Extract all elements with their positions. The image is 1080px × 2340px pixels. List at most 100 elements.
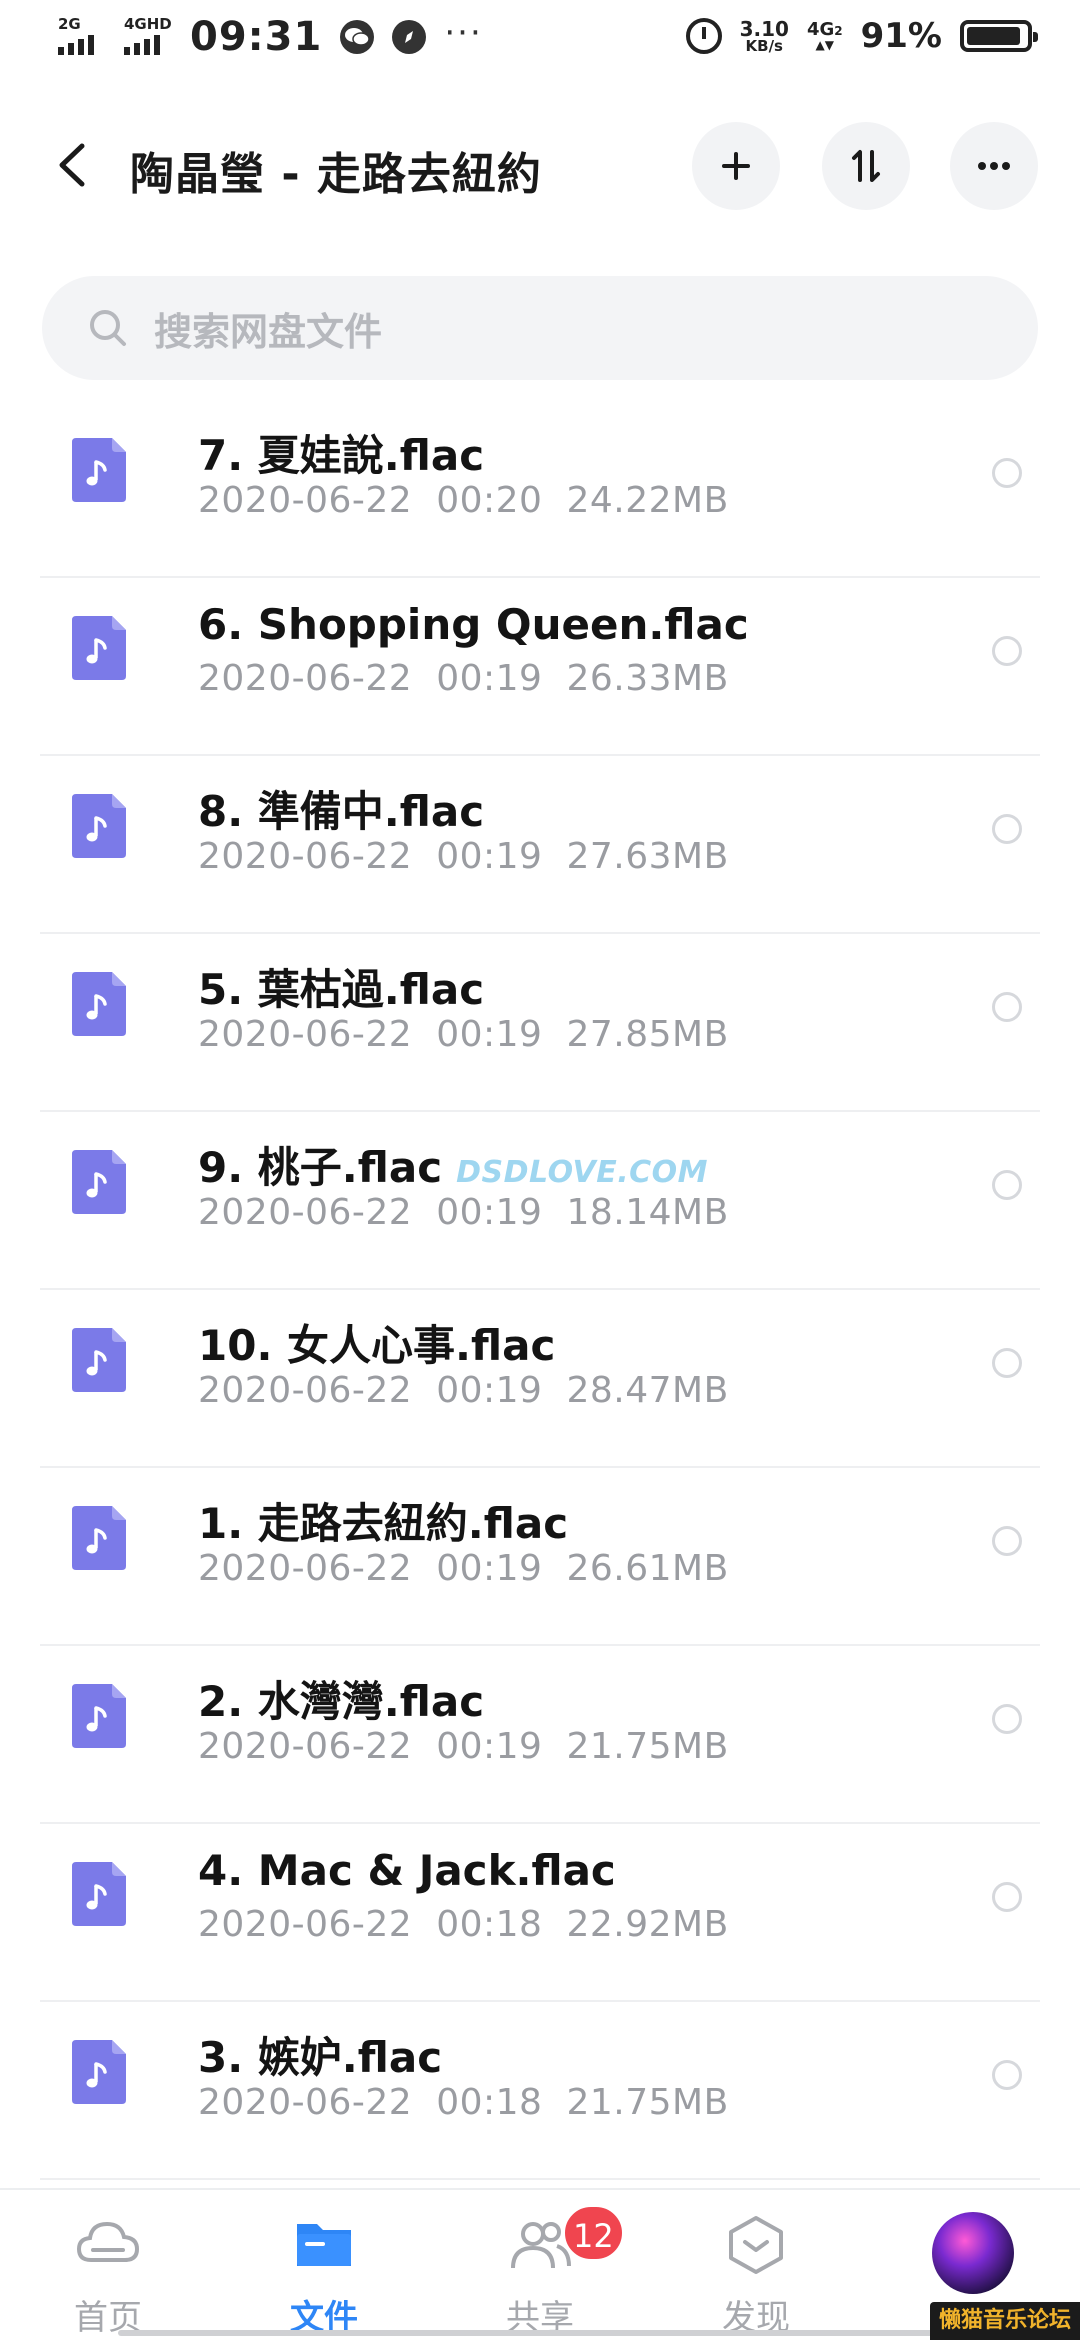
file-select-checkbox[interactable]: [992, 814, 1022, 844]
file-select-checkbox[interactable]: [992, 458, 1022, 488]
add-button[interactable]: [692, 122, 780, 210]
music-file-icon: [72, 1150, 126, 1214]
file-meta: 2020-06-22 00:19 18.14MB: [198, 1192, 729, 1233]
file-row[interactable]: 1. 走路去紐約.flac 2020-06-22 00:19 26.61MB: [0, 1468, 1080, 1646]
file-row[interactable]: 8. 準備中.flac 2020-06-22 00:19 27.63MB: [0, 756, 1080, 934]
top-app-bar: 陶晶瑩 - 走路去紐約: [0, 110, 1080, 222]
more-icon: [978, 162, 1010, 170]
file-select-checkbox[interactable]: [992, 992, 1022, 1022]
file-row[interactable]: 5. 葉枯過.flac 2020-06-22 00:19 27.85MB: [0, 934, 1080, 1112]
music-file-icon: [72, 1328, 126, 1392]
alarm-icon: [685, 18, 722, 54]
search-placeholder: 搜索网盘文件: [154, 309, 383, 354]
file-meta: 2020-06-22 00:18 22.92MB: [198, 1904, 729, 1945]
file-select-checkbox[interactable]: [992, 2060, 1022, 2090]
sim1-label: 2G: [58, 15, 81, 33]
watermark-text: DSDLOVE.COM: [456, 1155, 709, 1190]
file-name: 5. 葉枯過.flac: [198, 965, 485, 1014]
file-time: 00:19: [436, 1548, 543, 1589]
file-date: 2020-06-22: [198, 1904, 413, 1945]
file-row[interactable]: 2. 水灣灣.flac 2020-06-22 00:19 21.75MB: [0, 1646, 1080, 1824]
sort-button[interactable]: [822, 122, 910, 210]
file-date: 2020-06-22: [198, 1726, 413, 1767]
discover-icon: [729, 2216, 783, 2274]
music-file-icon: [72, 1506, 126, 1570]
file-name-line: 9. 桃子.flac DSDLOVE.COM: [198, 1134, 708, 1195]
file-list: 7. 夏娃說.flac 2020-06-22 00:20 24.22MB 6. Shop…: [0, 400, 1080, 2180]
file-name-line: 2. 水灣灣.flac: [198, 1668, 484, 1729]
file-meta: 2020-06-22 00:19 27.63MB: [198, 836, 729, 877]
file-name: 3. 嫉妒.flac: [198, 2033, 443, 2082]
battery-percent: 91%: [860, 16, 942, 56]
music-file-icon: [72, 616, 126, 680]
file-meta: 2020-06-22 00:19 26.61MB: [198, 1548, 729, 1589]
file-name: 6. Shopping Queen.flac: [198, 600, 749, 649]
network-speed-unit: KB/s: [745, 36, 783, 55]
file-time: 00:18: [436, 2082, 543, 2123]
more-button[interactable]: [950, 122, 1038, 210]
file-row[interactable]: 3. 嫉妒.flac 2020-06-22 00:18 21.75MB: [0, 2002, 1080, 2180]
network-type-sub: 2: [834, 24, 843, 38]
network-type: 4G: [806, 19, 835, 40]
search-icon: [90, 310, 126, 346]
file-row[interactable]: 7. 夏娃說.flac 2020-06-22 00:20 24.22MB: [0, 400, 1080, 578]
file-time: 00:19: [436, 658, 543, 699]
file-row[interactable]: 6. Shopping Queen.flac 2020-06-22 00:19 26.…: [0, 578, 1080, 756]
file-select-checkbox[interactable]: [992, 1704, 1022, 1734]
back-icon: [59, 143, 85, 187]
nav-discover[interactable]: 发现: [686, 2214, 826, 2340]
battery-icon: [960, 20, 1038, 52]
file-size: 21.75MB: [566, 2082, 729, 2123]
network-type-icon: 4G2 ▲▼: [806, 19, 843, 52]
file-meta: 2020-06-22 00:19 28.47MB: [198, 1370, 729, 1411]
file-size: 28.47MB: [566, 1370, 729, 1411]
more-notifications-icon: ···: [444, 13, 483, 53]
music-file-icon: [72, 794, 126, 858]
file-select-checkbox[interactable]: [992, 1882, 1022, 1912]
music-file-icon: [72, 438, 126, 502]
file-size: 26.61MB: [566, 1548, 729, 1589]
file-meta: 2020-06-22 00:18 21.75MB: [198, 2082, 729, 2123]
file-select-checkbox[interactable]: [992, 1170, 1022, 1200]
file-date: 2020-06-22: [198, 1548, 413, 1589]
file-row[interactable]: 9. 桃子.flac DSDLOVE.COM 2020-06-22 00:19 18.1…: [0, 1112, 1080, 1290]
file-date: 2020-06-22: [198, 1014, 413, 1055]
compass-icon: [392, 20, 427, 54]
file-name: 1. 走路去紐約.flac: [198, 1499, 569, 1548]
add-icon: [722, 152, 750, 180]
network-speed-value: 3.10: [739, 16, 789, 41]
file-date: 2020-06-22: [198, 658, 413, 699]
file-size: 24.22MB: [566, 480, 729, 521]
profile-avatar[interactable]: [932, 2212, 1014, 2294]
file-row[interactable]: 10. 女人心事.flac 2020-06-22 00:19 28.47MB: [0, 1290, 1080, 1468]
nav-files[interactable]: 文件: [254, 2214, 394, 2340]
file-select-checkbox[interactable]: [992, 1526, 1022, 1556]
network-speed: 3.10 KB/s: [740, 19, 789, 54]
file-name: 2. 水灣灣.flac: [198, 1677, 485, 1726]
file-time: 00:19: [436, 1014, 543, 1055]
search-bar[interactable]: 搜索网盘文件: [42, 276, 1038, 380]
file-size: 27.63MB: [566, 836, 729, 877]
file-date: 2020-06-22: [198, 2082, 413, 2123]
file-meta: 2020-06-22 00:19 27.85MB: [198, 1014, 729, 1055]
nav-home[interactable]: 首页: [38, 2214, 178, 2340]
file-select-checkbox[interactable]: [992, 1348, 1022, 1378]
file-row[interactable]: 4. Mac & Jack.flac 2020-06-22 00:18 22.92MB: [0, 1824, 1080, 2002]
file-time: 00:20: [436, 480, 543, 521]
file-name-line: 10. 女人心事.flac: [198, 1312, 555, 1373]
file-meta: 2020-06-22 00:19 21.75MB: [198, 1726, 729, 1767]
file-name-line: 8. 準備中.flac: [198, 778, 484, 839]
file-time: 00:19: [436, 1370, 543, 1411]
file-size: 26.33MB: [566, 658, 729, 699]
home-indicator: [118, 2330, 962, 2336]
file-select-checkbox[interactable]: [992, 636, 1022, 666]
back-button[interactable]: [52, 140, 92, 190]
row-divider: [40, 2178, 1040, 2180]
file-time: 00:19: [436, 836, 543, 877]
file-date: 2020-06-22: [198, 1370, 413, 1411]
file-time: 00:19: [436, 1726, 543, 1767]
sim1-signal-icon: 2G: [58, 15, 106, 59]
file-name-line: 4. Mac & Jack.flac: [198, 1846, 616, 1895]
music-file-icon: [72, 2040, 126, 2104]
file-name-line: 6. Shopping Queen.flac: [198, 600, 749, 649]
